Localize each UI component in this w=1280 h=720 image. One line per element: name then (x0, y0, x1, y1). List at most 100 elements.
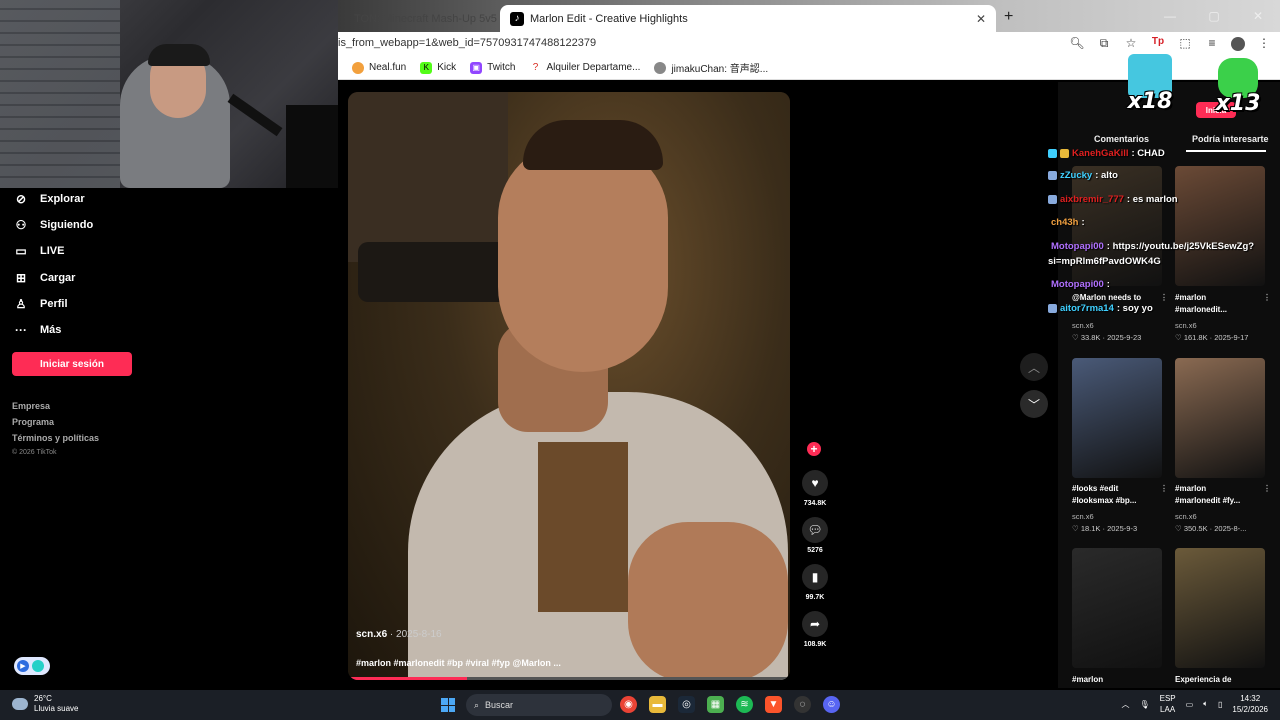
address-bar[interactable]: is_from_webapp=1&web_id=7570931747488122… (338, 32, 1280, 56)
comment-button[interactable]: 💬︎ 5276 (800, 517, 830, 554)
video-caption[interactable]: #marlon #marlonedit #bp #viral #fyp @Mar… (356, 658, 561, 668)
sidebar-item-explorar[interactable]: ⊘ Explorar (14, 192, 85, 206)
close-window-icon[interactable]: ✕ (1236, 0, 1280, 32)
more-options-icon[interactable]: ⋮ (1160, 483, 1168, 495)
suggested-video-user[interactable]: scn.x6 (1175, 321, 1197, 330)
login-button[interactable]: Iniciar sesión (12, 352, 132, 376)
video-progress-fill (348, 677, 468, 680)
more-icon: ··· (15, 323, 27, 337)
zoom-icon[interactable]: 🔍︎ (1069, 36, 1085, 51)
brave-icon[interactable]: ▼ (765, 696, 782, 713)
close-icon[interactable]: ✕ (976, 12, 986, 26)
playlist-icon[interactable]: ≡ (1204, 36, 1220, 51)
taskbar-search[interactable]: ⌕ Buscar (466, 694, 612, 716)
sidebar-item-live[interactable]: ▭ LIVE (14, 244, 64, 258)
address-bar-icons: 🔍︎ ⧉ ☆ Tp ⬚ ≡ ⋮ (1069, 36, 1272, 51)
previous-video-button[interactable]: ︿ (1020, 353, 1048, 381)
star-icon[interactable]: ☆ (1123, 36, 1139, 51)
video-author[interactable]: scn.x6 (356, 629, 387, 640)
windows-start-icon[interactable] (441, 698, 455, 712)
chat-message: ch43h: (1051, 217, 1085, 228)
twitch-icon: ▣ (470, 61, 483, 74)
comment-icon: 💬︎ (802, 517, 828, 543)
volume-icon[interactable]: 🔈︎ (1203, 699, 1208, 709)
chat-badge-icon (1048, 195, 1057, 204)
suggested-video-thumbnail[interactable] (1072, 548, 1162, 668)
share-button[interactable]: ➦ 108.9K (800, 611, 830, 648)
video-progress-bar[interactable] (348, 677, 790, 680)
video-player[interactable]: scn.x6 · 2025-8-16 #marlon #marlonedit #… (348, 92, 790, 680)
search-icon: ⌕ (474, 699, 480, 710)
steam-icon[interactable]: ◎ (678, 696, 695, 713)
sidebar-item-cargar[interactable]: ⊞ Cargar (14, 271, 76, 285)
obs-icon[interactable]: ◌ (794, 696, 811, 713)
profile-avatar-icon[interactable] (1231, 37, 1245, 51)
suggested-video-caption[interactable]: #marlon (1072, 674, 1168, 686)
more-options-icon[interactable]: ⋮ (1160, 292, 1168, 304)
language-indicator[interactable]: ESP LAA (1160, 693, 1176, 715)
file-explorer-icon[interactable]: ▬ (649, 696, 666, 713)
suggested-video-stats: ♡ 33.8K · 2025-9-23 (1072, 333, 1142, 342)
suggested-video-caption[interactable]: Experiencia de (1175, 674, 1271, 686)
suggested-video-user[interactable]: scn.x6 (1072, 321, 1094, 330)
suggested-video-user[interactable]: scn.x6 (1175, 512, 1197, 521)
extensions-icon[interactable]: ⬚ (1177, 36, 1193, 51)
extension-tp-icon[interactable]: Tp (1150, 36, 1166, 51)
sidebar-item-label: Perfil (40, 298, 68, 310)
bookmark-alquiler[interactable]: ? Alquiler Departame... (530, 62, 641, 74)
suggested-video-thumbnail[interactable] (1175, 358, 1265, 478)
suggested-video-caption[interactable]: #marlon #marlonedit... ⋮ (1175, 292, 1271, 316)
suggested-video-thumbnail[interactable] (1175, 166, 1265, 286)
minecraft-icon[interactable]: ▦ (707, 696, 724, 713)
suggested-video-caption[interactable]: #marlon #marlonedit #fy... ⋮ (1175, 483, 1271, 507)
follow-plus-icon[interactable]: + (807, 442, 821, 456)
tab-marlon-edit[interactable]: ♪ Marlon Edit - Creative Highlights ✕ (500, 5, 996, 32)
bookmark-neal[interactable]: Neal.fun (352, 61, 406, 74)
bookmark-kick[interactable]: K Kick (420, 61, 456, 74)
chevron-up-icon[interactable]: ︿ (1121, 699, 1129, 710)
sidebar-item-siguiendo[interactable]: ⚇ Siguiendo (14, 218, 94, 232)
weather-widget[interactable]: 26°C Lluvia suave (12, 694, 78, 714)
tab-podria-interesarte[interactable]: Podría interesarte (1192, 134, 1269, 144)
next-video-button[interactable]: ﹀ (1020, 390, 1048, 418)
suggested-video-user[interactable]: scn.x6 (1072, 512, 1094, 521)
discord-icon[interactable]: ☺ (823, 696, 840, 713)
like-button[interactable]: ♥ 734.8K (800, 470, 830, 507)
suggested-video-thumbnail[interactable] (1072, 166, 1162, 286)
sidebar-item-perfil[interactable]: ♙ Perfil (14, 297, 68, 311)
footer-link-terminos[interactable]: Términos y políticas (12, 433, 99, 443)
pin-icon: ? (532, 62, 539, 73)
clock[interactable]: 14:32 15/2/2026 (1232, 693, 1268, 715)
menu-kebab-icon[interactable]: ⋮ (1256, 36, 1272, 51)
microphone-icon[interactable]: 🎙︎ (1139, 700, 1149, 709)
chrome-icon[interactable]: ◉ (620, 696, 637, 713)
suggested-video-thumbnail[interactable] (1175, 548, 1265, 668)
footer-link-programa[interactable]: Programa (12, 417, 54, 427)
battery-icon[interactable]: ▯ (1218, 700, 1222, 709)
tab-minecraft[interactable]: TON: Minecraft Mash-Up 5v5 ✕ (338, 5, 500, 32)
footer-link-empresa[interactable]: Empresa (12, 401, 50, 411)
sidebar-item-mas[interactable]: ··· Más (14, 323, 61, 337)
more-options-icon[interactable]: ⋮ (1263, 483, 1271, 495)
suggested-video-thumbnail[interactable] (1072, 358, 1162, 478)
active-tab-indicator (1186, 150, 1266, 152)
minimize-icon[interactable]: — (1148, 0, 1192, 32)
bookmark-twitch[interactable]: ▣ Twitch (470, 61, 516, 74)
share-icon: ➦ (802, 611, 828, 637)
suggested-video-caption[interactable]: #looks #edit #looksmax #bp... ⋮ (1072, 483, 1168, 507)
maximize-icon[interactable]: ▢ (1192, 0, 1236, 32)
spotify-icon[interactable]: ≋ (736, 696, 753, 713)
url-text[interactable]: is_from_webapp=1&web_id=7570931747488122… (338, 37, 596, 49)
floating-widget[interactable]: ▶ (14, 657, 50, 675)
tab-comentarios[interactable]: Comentarios (1094, 134, 1149, 144)
following-icon: ⚇ (15, 218, 27, 232)
cast-icon[interactable]: ⧉ (1096, 36, 1112, 51)
tiktok-icon: ♪ (510, 11, 524, 26)
network-icon[interactable]: ▭ (1186, 700, 1194, 709)
share-count: 108.9K (803, 641, 827, 648)
more-options-icon[interactable]: ⋮ (1263, 292, 1271, 304)
chat-badge-icon (1048, 149, 1057, 158)
save-button[interactable]: ▮ 99.7K (800, 564, 830, 601)
new-tab-button[interactable]: + (1004, 8, 1013, 26)
bookmark-jimaku[interactable]: jimakuChan: 音声認... (654, 60, 768, 75)
